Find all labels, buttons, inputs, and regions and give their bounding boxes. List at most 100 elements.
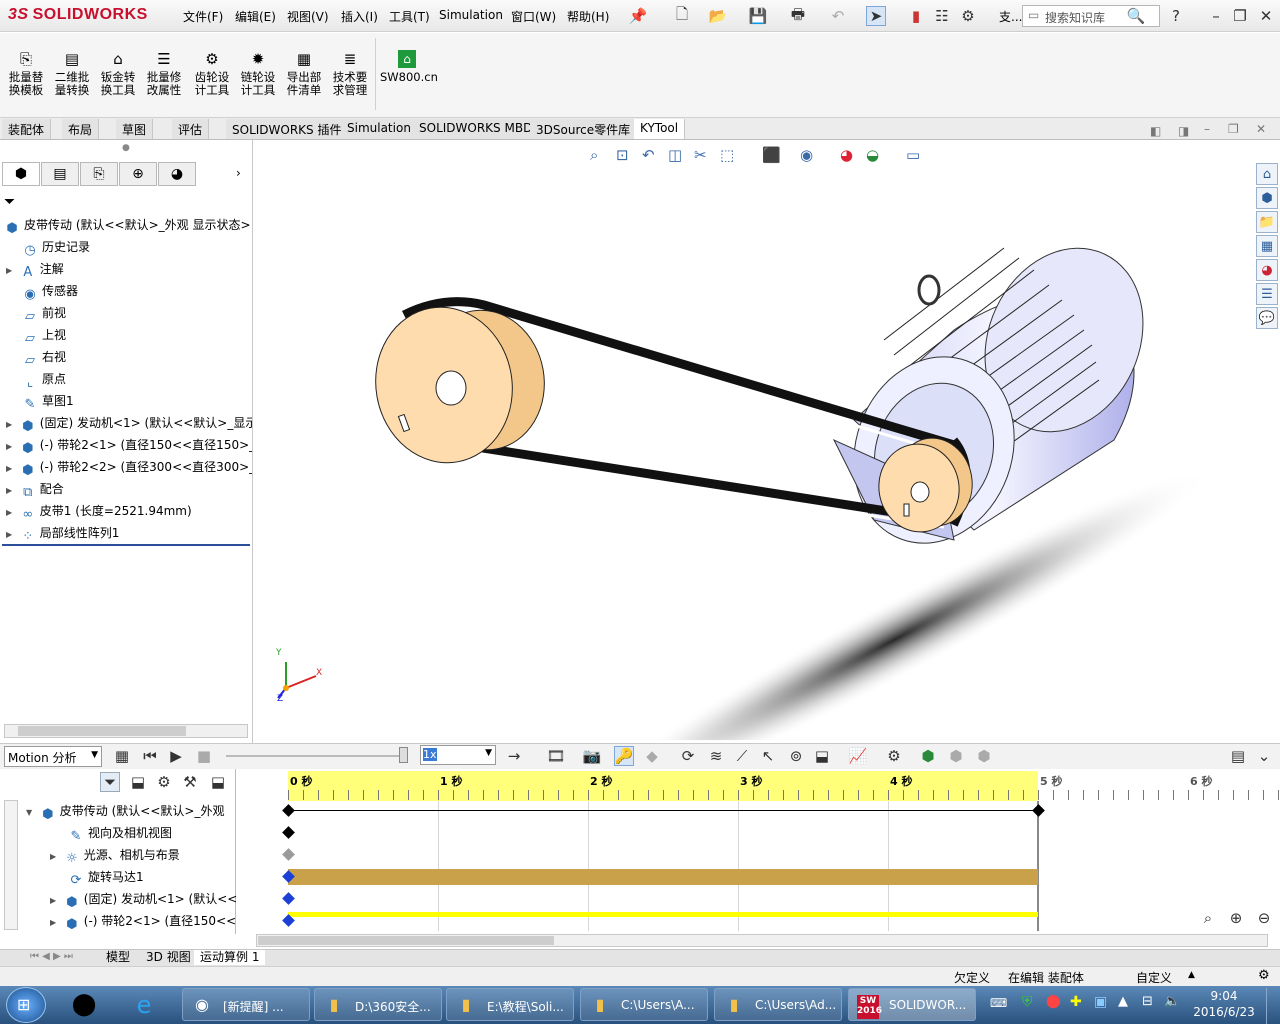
- autokey-icon[interactable]: 🔑: [614, 746, 634, 766]
- tab-layout[interactable]: 布局: [62, 119, 100, 139]
- zoom-in-timeline-icon[interactable]: ⊕: [1226, 908, 1246, 928]
- motion-tree-pulley[interactable]: ▶ ⬢ (-) 带轮2<1> (直径150<<: [10, 910, 238, 932]
- collapse-arrow-icon[interactable]: ▼: [26, 808, 40, 817]
- tree-item-belt[interactable]: ▶ ∞ 皮带1 (长度=2521.94mm): [2, 500, 252, 522]
- collapse-motion-icon[interactable]: ⌄: [1254, 746, 1274, 766]
- motion-tree-engine[interactable]: ▶ ⬢ (固定) 发动机<1> (默认<<: [10, 888, 238, 910]
- expand-arrow-icon[interactable]: ▶: [6, 420, 20, 429]
- menu-edit[interactable]: 编辑(E): [230, 8, 281, 25]
- expand-arrow-icon[interactable]: ▶: [50, 918, 64, 927]
- propertymanager-tab-icon[interactable]: ▤: [41, 162, 79, 186]
- rebuild-icon[interactable]: ▮: [906, 6, 926, 26]
- motion-tree-vscrollbar[interactable]: [4, 800, 18, 930]
- stop-icon[interactable]: ■: [194, 746, 214, 766]
- select-icon[interactable]: ➤: [866, 6, 886, 26]
- close-icon[interactable]: ✕: [1256, 6, 1276, 26]
- home-view-icon[interactable]: ⌂: [1256, 163, 1278, 185]
- motion-tree-camera[interactable]: ✎ 视向及相机视图: [10, 822, 238, 844]
- forum-icon[interactable]: 💬: [1256, 307, 1278, 329]
- play-from-start-icon[interactable]: ⏮: [140, 746, 160, 766]
- gear-design-button[interactable]: ⚙ 齿轮设计工具: [190, 50, 234, 97]
- tab-kytool[interactable]: KYTool: [634, 119, 686, 139]
- menu-window[interactable]: 窗口(W): [506, 8, 561, 25]
- simulation-setup-icon[interactable]: ⬢: [918, 746, 938, 766]
- tab-motion-study-1[interactable]: 运动算例 1: [194, 950, 266, 965]
- expand-arrow-icon[interactable]: ▶: [50, 852, 64, 861]
- print-icon[interactable]: 🖶: [788, 5, 808, 26]
- tab-sketch[interactable]: 草图: [116, 119, 154, 139]
- tree-item-mates[interactable]: ▶ ⧉ 配合: [2, 478, 252, 500]
- tab-simulation[interactable]: Simulation: [341, 119, 418, 139]
- custom-properties-icon[interactable]: ☰: [1256, 283, 1278, 305]
- sw800-link-button[interactable]: ⌂ SW800.cn: [380, 50, 438, 84]
- clock-time[interactable]: 9:04: [1192, 989, 1256, 1003]
- damper-icon[interactable]: ⟋: [732, 746, 752, 766]
- new-document-icon[interactable]: 🗋: [672, 5, 692, 26]
- menu-help[interactable]: 帮助(H): [562, 8, 614, 25]
- menu-view[interactable]: 视图(V): [282, 8, 334, 25]
- tray-expand-icon[interactable]: ▲: [1118, 994, 1128, 1009]
- show-desktop-button[interactable]: [1266, 988, 1280, 1024]
- viewport-prev-icon[interactable]: ◧: [1150, 124, 1161, 138]
- pdf-convert-button[interactable]: ▤ 二维批量转换: [50, 50, 94, 97]
- expand-arrow-icon[interactable]: ▶: [6, 530, 20, 539]
- taskbar-item-folder-3[interactable]: ▮ C:\Users\A...: [580, 988, 708, 1021]
- playback-mode-icon[interactable]: →: [504, 746, 524, 766]
- tree-root[interactable]: ⬢ 皮带传动 (默认<<默认>_外观 显示状态>: [2, 214, 252, 236]
- filter-selected-icon[interactable]: ⚙: [154, 772, 174, 792]
- menu-file[interactable]: 文件(F): [178, 8, 228, 25]
- design-study-icon[interactable]: ⬢: [946, 746, 966, 766]
- doc-minimize-icon[interactable]: –: [1204, 122, 1210, 136]
- status-units[interactable]: 自定义: [1136, 969, 1172, 986]
- undo-icon[interactable]: ↶: [828, 6, 848, 26]
- play-icon[interactable]: ▶: [166, 746, 186, 766]
- chevron-up-icon[interactable]: ▲: [1188, 970, 1195, 980]
- motion-tree-root[interactable]: ▼ ⬢ 皮带传动 (默认<<默认>_外观: [10, 800, 238, 822]
- feature-tree-scroll-thumb[interactable]: [18, 726, 186, 736]
- pin-icon[interactable]: 📌: [628, 6, 648, 26]
- tree-item-motor[interactable]: ▶ ⬢ (固定) 发动机<1> (默认<<默认>_显示: [2, 412, 252, 434]
- taskbar-item-solidworks[interactable]: SW 2016 SOLIDWOR...: [848, 988, 976, 1021]
- security-shield-icon[interactable]: ⛨: [1022, 994, 1033, 1010]
- display-manager-tab-icon[interactable]: ◕: [158, 162, 196, 186]
- tab-assembly[interactable]: 装配体: [2, 119, 52, 139]
- zoom-out-timeline-icon[interactable]: ⊖: [1254, 908, 1274, 928]
- configuration-tab-icon[interactable]: ⎘: [80, 162, 118, 186]
- batch-replace-button[interactable]: ⎘ 批量替换模板: [4, 50, 48, 97]
- tree-item-right-plane[interactable]: ▱ 右视: [2, 346, 252, 368]
- tree-item-pulley-2[interactable]: ▶ ⬢ (-) 带轮2<2> (直径300<<直径300>_: [2, 456, 252, 478]
- tree-item-origin[interactable]: ⌞ 原点: [2, 368, 252, 390]
- file-explorer-icon[interactable]: 📁: [1256, 211, 1278, 233]
- spring-icon[interactable]: ≋: [706, 746, 726, 766]
- results-plots-icon[interactable]: 📈: [848, 746, 868, 766]
- panel-expand-arrow-icon[interactable]: ›: [236, 166, 241, 180]
- options-gear-icon[interactable]: ⚙: [958, 6, 978, 26]
- belt-drive-model[interactable]: [254, 140, 1254, 740]
- tree-item-annotations[interactable]: ▶ A 注解: [2, 258, 252, 280]
- pulley-timeline-bar[interactable]: [288, 912, 1038, 917]
- playback-speed-select[interactable]: 1x ▼: [420, 745, 496, 765]
- status-feedback-icon[interactable]: ⚙: [1258, 968, 1270, 983]
- contact-icon[interactable]: ⊚: [786, 746, 806, 766]
- bom-export-button[interactable]: ▦ 导出部件清单: [282, 50, 326, 97]
- autofit-icon[interactable]: ⬓: [208, 772, 228, 792]
- tab-scroll-arrows-icon[interactable]: ⏮ ◀ ▶ ⏭: [30, 951, 73, 962]
- minimize-icon[interactable]: –: [1206, 6, 1226, 26]
- tab-3d-view[interactable]: 3D 视图: [140, 950, 197, 965]
- optimize-icon[interactable]: ⬢: [974, 746, 994, 766]
- view-palette-icon[interactable]: ▦: [1256, 235, 1278, 257]
- design-library-icon[interactable]: ⬢: [1256, 187, 1278, 209]
- add-key-icon[interactable]: ◆: [642, 746, 662, 766]
- tab-mbd[interactable]: SOLIDWORKS MBD: [413, 119, 540, 139]
- solidworks-logo[interactable]: 3S SOLIDWORKS: [8, 6, 148, 24]
- taskbar-item-folder-4[interactable]: ▮ C:\Users\Ad...: [714, 988, 842, 1021]
- expand-arrow-icon[interactable]: ▶: [6, 486, 20, 495]
- properties-button[interactable]: ☰ 批量修改属性: [142, 50, 186, 97]
- calculate-icon[interactable]: ▦: [112, 746, 132, 766]
- playback-slider-thumb[interactable]: [399, 747, 408, 763]
- expand-arrow-icon[interactable]: ▶: [6, 442, 20, 451]
- motion-tree-lights[interactable]: ▶ ☼ 光源、相机与布景: [10, 844, 238, 866]
- taskbar-item-chat[interactable]: ◉ [新提醒] ...: [182, 988, 310, 1021]
- tree-item-pulley-1[interactable]: ▶ ⬢ (-) 带轮2<1> (直径150<<直径150>_: [2, 434, 252, 456]
- pinned-ie-icon[interactable]: e: [122, 990, 166, 1020]
